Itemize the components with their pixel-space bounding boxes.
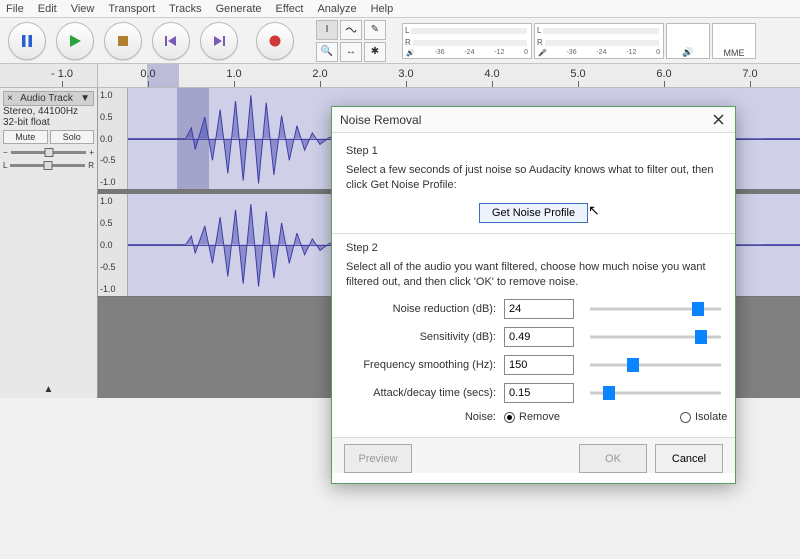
attack-slider[interactable] <box>590 384 721 402</box>
amplitude-scale-right: 1.00.50.0-0.5-1.0 <box>98 194 128 295</box>
sensitivity-label: Sensitivity (dB): <box>346 331 496 343</box>
timeline-ruler[interactable]: - 1.0 0.0 1.0 2.0 3.0 4.0 5.0 6.0 7.0 <box>0 64 800 88</box>
transport-toolbar: I ✎ 🔍 ↔ ✱ L R 🔊-36-24-120 L R 🎤-36-24-12… <box>0 18 800 64</box>
menu-transport[interactable]: Transport <box>108 3 155 15</box>
play-button[interactable] <box>56 22 94 60</box>
menu-edit[interactable]: Edit <box>38 3 57 15</box>
ruler-label: 1.0 <box>226 68 241 80</box>
gain-slider[interactable] <box>44 148 53 157</box>
sensitivity-slider[interactable] <box>590 328 721 346</box>
noise-removal-dialog: Noise Removal Step 1 Select a few second… <box>331 106 736 484</box>
noise-reduction-slider[interactable] <box>590 300 721 318</box>
noise-remove-radio[interactable]: Remove <box>504 411 654 423</box>
draw-tool[interactable]: ✎ <box>364 20 386 40</box>
noise-reduction-input[interactable] <box>504 299 574 319</box>
menu-bar: File Edit View Transport Tracks Generate… <box>0 0 800 18</box>
track-control-panel: × Audio Track ▼ Stereo, 44100Hz 32-bit f… <box>0 88 98 398</box>
ruler-label: 6.0 <box>656 68 671 80</box>
track-format-line2: 32-bit float <box>3 117 94 128</box>
timeshift-tool[interactable]: ↔ <box>340 42 362 62</box>
menu-effect[interactable]: Effect <box>276 3 304 15</box>
ruler-label: 3.0 <box>398 68 413 80</box>
ruler-label: - 1.0 <box>51 68 73 80</box>
radio-off-icon <box>680 412 691 423</box>
noise-label: Noise: <box>346 411 496 423</box>
step2-text: Select all of the audio you want filtere… <box>346 260 721 290</box>
attack-label: Attack/decay time (secs): <box>346 387 496 399</box>
pan-left-label: L <box>3 161 7 170</box>
step1-heading: Step 1 <box>346 145 721 157</box>
ruler-label: 4.0 <box>484 68 499 80</box>
host-select[interactable]: MME <box>712 23 756 59</box>
mute-button[interactable]: Mute <box>3 130 48 144</box>
menu-view[interactable]: View <box>71 3 95 15</box>
stop-button[interactable] <box>104 22 142 60</box>
ruler-label: 7.0 <box>742 68 757 80</box>
envelope-tool[interactable] <box>340 20 362 40</box>
menu-generate[interactable]: Generate <box>216 3 262 15</box>
record-button[interactable] <box>256 22 294 60</box>
playback-meter[interactable]: L R 🔊-36-24-120 <box>402 23 532 59</box>
output-volume[interactable]: 🔊 <box>666 23 710 59</box>
pause-button[interactable] <box>8 22 46 60</box>
gain-minus-icon: − <box>3 148 8 157</box>
pan-slider[interactable] <box>43 161 52 170</box>
get-noise-profile-button[interactable]: Get Noise Profile <box>479 203 588 223</box>
preview-button[interactable]: Preview <box>344 444 412 473</box>
ok-button[interactable]: OK <box>579 444 647 473</box>
skip-start-button[interactable] <box>152 22 190 60</box>
cancel-button[interactable]: Cancel <box>655 444 723 473</box>
track-format-line1: Stereo, 44100Hz <box>3 106 94 117</box>
attack-input[interactable] <box>504 383 574 403</box>
record-meter[interactable]: L R 🎤-36-24-120 <box>534 23 664 59</box>
dialog-title: Noise Removal <box>340 113 421 127</box>
smoothing-slider[interactable] <box>590 356 721 374</box>
sensitivity-input[interactable] <box>504 327 574 347</box>
smoothing-label: Frequency smoothing (Hz): <box>346 359 496 371</box>
track-name[interactable]: Audio Track <box>20 93 73 104</box>
amplitude-scale-left: 1.00.50.0-0.5-1.0 <box>98 88 128 189</box>
radio-on-icon <box>504 412 515 423</box>
multi-tool[interactable]: ✱ <box>364 42 386 62</box>
tools-grid: I ✎ 🔍 ↔ ✱ <box>316 20 386 62</box>
pan-right-label: R <box>88 161 94 170</box>
step1-text: Select a few seconds of just noise so Au… <box>346 163 721 193</box>
step2-heading: Step 2 <box>346 242 721 254</box>
menu-help[interactable]: Help <box>371 3 394 15</box>
noise-reduction-label: Noise reduction (dB): <box>346 303 496 315</box>
dialog-close-button[interactable] <box>709 111 727 129</box>
ruler-label: 2.0 <box>312 68 327 80</box>
close-icon <box>713 114 724 125</box>
gain-plus-icon: + <box>89 148 94 157</box>
zoom-tool[interactable]: 🔍 <box>316 42 338 62</box>
noise-isolate-radio[interactable]: Isolate <box>680 411 800 423</box>
collapse-button[interactable]: ▲ <box>3 384 94 395</box>
skip-end-button[interactable] <box>200 22 238 60</box>
selection-tool[interactable]: I <box>316 20 338 40</box>
solo-button[interactable]: Solo <box>50 130 95 144</box>
ruler-label: 5.0 <box>570 68 585 80</box>
ruler-label: 0.0 <box>140 68 155 80</box>
track-close-button[interactable]: × <box>7 93 13 104</box>
menu-file[interactable]: File <box>6 3 24 15</box>
track-menu-button[interactable]: ▼ <box>80 93 90 104</box>
cursor-icon: ↖ <box>588 202 600 219</box>
smoothing-input[interactable] <box>504 355 574 375</box>
menu-analyze[interactable]: Analyze <box>317 3 356 15</box>
menu-tracks[interactable]: Tracks <box>169 3 202 15</box>
